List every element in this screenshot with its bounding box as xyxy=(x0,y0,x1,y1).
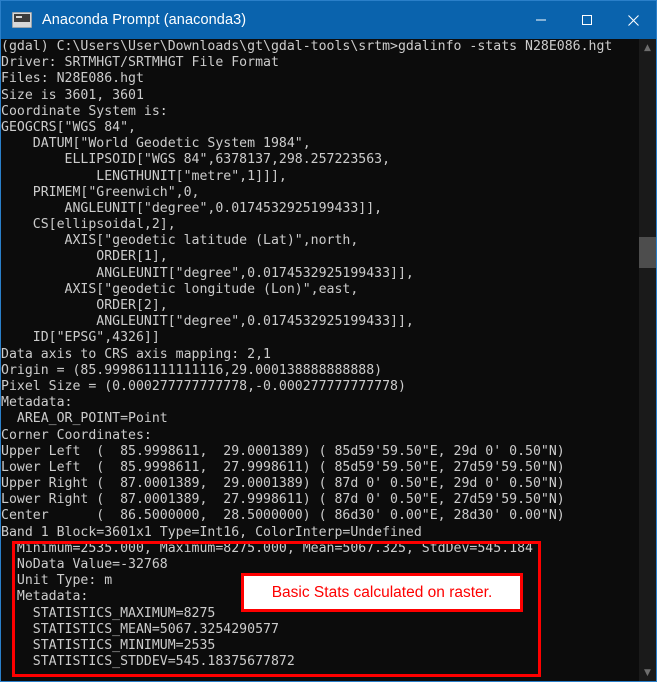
console-output-area[interactable]: (gdal) C:\Users\User\Downloads\gt\gdal-t… xyxy=(1,39,656,681)
console-line: (gdal) C:\Users\User\Downloads\gt\gdal-t… xyxy=(1,39,641,55)
console-app-icon xyxy=(12,12,32,28)
console-line: DATUM["World Geodetic System 1984", xyxy=(1,136,641,152)
console-line: AXIS["geodetic longitude (Lon)",east, xyxy=(1,282,641,298)
console-line: Upper Right ( 87.0001389, 29.0001389) ( … xyxy=(1,476,641,492)
console-line: Corner Coordinates: xyxy=(1,428,641,444)
console-line: Minimum=2535.000, Maximum=8275.000, Mean… xyxy=(1,541,641,557)
close-button[interactable] xyxy=(610,1,656,39)
console-line: ELLIPSOID["WGS 84",6378137,298.257223563… xyxy=(1,152,641,168)
anaconda-prompt-window: Anaconda Prompt (anaconda3) (gdal) C:\U xyxy=(0,0,657,682)
minimize-icon xyxy=(535,14,547,26)
console-line: AXIS["geodetic latitude (Lat)",north, xyxy=(1,233,641,249)
scroll-up-arrow-icon[interactable]: ▲ xyxy=(639,39,656,56)
console-line: PRIMEM["Greenwich",0, xyxy=(1,185,641,201)
console-line: ANGLEUNIT["degree",0.0174532925199433]], xyxy=(1,314,641,330)
console-line: ANGLEUNIT["degree",0.0174532925199433]], xyxy=(1,201,641,217)
console-line: NoData Value=-32768 xyxy=(1,557,641,573)
console-line: ORDER[1], xyxy=(1,249,641,265)
console-line: Pixel Size = (0.000277777777778,-0.00027… xyxy=(1,379,641,395)
console-line: Size is 3601, 3601 xyxy=(1,88,641,104)
console-line: STATISTICS_MINIMUM=2535 xyxy=(1,638,641,654)
console-line: ID["EPSG",4326]] xyxy=(1,330,641,346)
console-line: ANGLEUNIT["degree",0.0174532925199433]], xyxy=(1,266,641,282)
console-line: Metadata: xyxy=(1,395,641,411)
callout-box: Basic Stats calculated on raster. xyxy=(241,573,523,612)
console-line: Band 1 Block=3601x1 Type=Int16, ColorInt… xyxy=(1,525,641,541)
console-line: STATISTICS_STDDEV=545.18375677872 xyxy=(1,654,641,670)
maximize-icon xyxy=(581,14,593,26)
console-line: Upper Left ( 85.9998611, 29.0001389) ( 8… xyxy=(1,444,641,460)
window-controls xyxy=(518,1,656,39)
console-line: Origin = (85.999861111111116,29.00013888… xyxy=(1,363,641,379)
close-icon xyxy=(627,14,640,27)
title-bar[interactable]: Anaconda Prompt (anaconda3) xyxy=(1,1,656,39)
console-scrollbar[interactable]: ▲ ▼ xyxy=(639,39,656,681)
minimize-button[interactable] xyxy=(518,1,564,39)
console-line: Driver: SRTMHGT/SRTMHGT File Format xyxy=(1,55,641,71)
console-line: GEOGCRS["WGS 84", xyxy=(1,120,641,136)
console-line: Coordinate System is: xyxy=(1,104,641,120)
maximize-button[interactable] xyxy=(564,1,610,39)
console-line: STATISTICS_MEAN=5067.3254290577 xyxy=(1,622,641,638)
scroll-down-arrow-icon[interactable]: ▼ xyxy=(639,664,656,681)
scrollbar-thumb[interactable] xyxy=(639,237,656,268)
console-line: Files: N28E086.hgt xyxy=(1,71,641,87)
console-line: ORDER[2], xyxy=(1,298,641,314)
console-line: Center ( 86.5000000, 28.5000000) ( 86d30… xyxy=(1,508,641,524)
callout-label: Basic Stats calculated on raster. xyxy=(272,584,493,602)
console-line: CS[ellipsoidal,2], xyxy=(1,217,641,233)
window-title: Anaconda Prompt (anaconda3) xyxy=(42,12,246,28)
console-line: Lower Left ( 85.9998611, 27.9998611) ( 8… xyxy=(1,460,641,476)
console-line: Lower Right ( 87.0001389, 27.9998611) ( … xyxy=(1,492,641,508)
console-line: Data axis to CRS axis mapping: 2,1 xyxy=(1,347,641,363)
console-line: AREA_OR_POINT=Point xyxy=(1,411,641,427)
console-line: LENGTHUNIT["metre",1]]], xyxy=(1,169,641,185)
